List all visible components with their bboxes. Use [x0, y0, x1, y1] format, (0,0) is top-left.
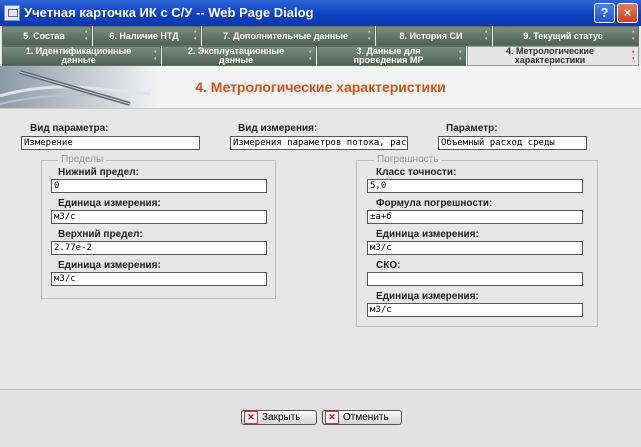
tab-row-top: 5. Состав 6. Наличие НТД 7. Дополнительн…: [0, 26, 641, 46]
sko-label: СКО:: [376, 260, 401, 271]
error-formula-label: Формула погрешности:: [376, 198, 493, 209]
window-title: Учетная карточка ИК с С/У -- Web Page Di…: [24, 5, 314, 20]
sko-unit-label: Единица измерения:: [376, 291, 479, 302]
tab-label: 8. История СИ: [399, 31, 463, 41]
cancel-button-label: Отменить: [343, 412, 389, 423]
form-content: Вид параметра: Измерение Вид измерения: …: [0, 109, 641, 389]
tab-current-status[interactable]: 9. Текущий статус: [493, 26, 639, 46]
tab-label: 9. Текущий статус: [523, 31, 603, 41]
upper-limit-label: Верхний предел:: [58, 229, 143, 240]
accuracy-class-label: Класс точности:: [376, 167, 457, 178]
tab-label: 3. Данные для проведения МР: [353, 46, 424, 65]
tab-si-history[interactable]: 8. История СИ: [376, 26, 492, 46]
upper-limit-field[interactable]: 2.77e-2: [51, 241, 267, 255]
tab-row-bottom: 1. Идентификационныеданные 2. Эксплуатац…: [0, 46, 641, 66]
limits-legend: Пределы: [58, 154, 107, 165]
lower-limit-label: Нижний предел:: [58, 167, 139, 178]
error-formula-field[interactable]: ±а+б: [367, 210, 583, 224]
param-type-field[interactable]: Измерение: [21, 136, 200, 150]
lower-limit-field[interactable]: 0: [51, 179, 267, 193]
error-unit-label: Единица измерения:: [376, 229, 479, 240]
parameter-label: Параметр:: [446, 123, 498, 134]
tab-label: 4. Метрологические характеристики: [505, 46, 595, 65]
accuracy-class-field[interactable]: 5,0: [367, 179, 583, 193]
param-type-label: Вид параметра:: [30, 123, 109, 134]
cancel-doc-icon: ✕: [325, 411, 339, 424]
tab-metrological-characteristics[interactable]: 4. Метрологические характеристики: [467, 46, 639, 66]
tab-operational-data[interactable]: 2. Эксплуатационные данные: [162, 46, 316, 66]
lower-unit-field[interactable]: м3/с: [51, 210, 267, 224]
tab-composition[interactable]: 5. Состав: [2, 26, 92, 46]
close-button-label: Закрыть: [262, 412, 301, 423]
help-button[interactable]: ?: [594, 3, 615, 23]
sko-unit-field[interactable]: м3/с: [367, 303, 583, 317]
parameter-field[interactable]: Объемный расход среды: [438, 136, 587, 150]
tab-label: 1. Идентификационные данные: [25, 46, 132, 65]
close-doc-icon: ✕: [244, 411, 258, 424]
tab-label: 5. Состав: [23, 31, 65, 41]
upper-unit-label: Единица измерения:: [58, 260, 161, 271]
tab-label: 7. Дополнительные данные: [223, 31, 348, 41]
sko-field[interactable]: [367, 272, 583, 286]
close-button[interactable]: ✕ Закрыть: [241, 410, 317, 425]
measure-type-field[interactable]: Измерения параметров потока, расхо: [230, 136, 408, 150]
tab-identification-data[interactable]: 1. Идентификационные данные: [2, 46, 161, 66]
tab-mr-data[interactable]: 3. Данные для проведения МР: [317, 46, 466, 66]
error-legend: Погрешность: [374, 154, 442, 165]
dialog-icon: [4, 5, 20, 21]
close-window-button[interactable]: ×: [617, 3, 638, 23]
dialog-footer: ✕ Закрыть ✕ Отменить: [0, 389, 641, 447]
measure-type-label: Вид измерения:: [238, 123, 318, 134]
tab-label: 2. Эксплуатационные данные: [187, 46, 285, 65]
page-header: 4. Метрологические характеристики: [0, 66, 641, 109]
upper-unit-field[interactable]: м3/с: [51, 272, 267, 286]
error-unit-field[interactable]: м3/с: [367, 241, 583, 255]
cancel-button[interactable]: ✕ Отменить: [322, 410, 402, 425]
tab-additional-data[interactable]: 7. Дополнительные данные: [202, 26, 375, 46]
lower-unit-label: Единица измерения:: [58, 198, 161, 209]
title-bar: Учетная карточка ИК с С/У -- Web Page Di…: [0, 0, 641, 26]
page-title: 4. Метрологические характеристики: [195, 79, 446, 95]
tab-label: 6. Наличие НТД: [109, 31, 179, 41]
tab-ntd[interactable]: 6. Наличие НТД: [93, 26, 201, 46]
